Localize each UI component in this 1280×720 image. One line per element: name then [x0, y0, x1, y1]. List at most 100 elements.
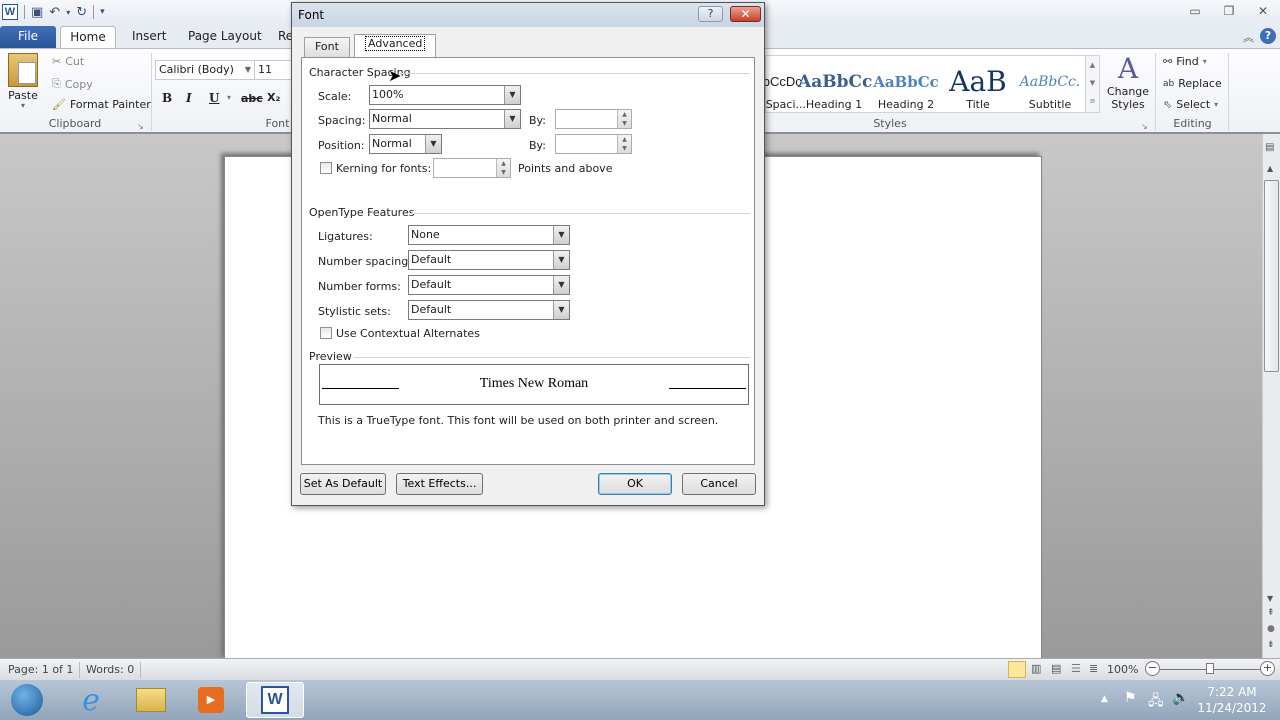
position-value: Normal [372, 137, 412, 150]
text-effects-button[interactable]: Text Effects... [396, 473, 483, 495]
dialog-title: Font [298, 8, 325, 22]
style-title[interactable]: AaB Title [942, 65, 1014, 112]
chevron-down-icon: ▼ [553, 276, 569, 294]
cancel-button[interactable]: Cancel [682, 473, 756, 495]
browse-object-icon[interactable]: ● [1267, 624, 1275, 634]
zoom-level[interactable]: 100% [1107, 663, 1138, 676]
paste-button[interactable]: Paste ▾ [8, 53, 38, 110]
customize-qat-icon[interactable]: ▾ [100, 7, 105, 17]
scroll-thumb[interactable] [1264, 180, 1279, 372]
bold-button[interactable]: B [162, 91, 172, 105]
style-heading-1[interactable]: AaBbCc Heading 1 [798, 68, 872, 111]
word-logo-icon[interactable]: W [2, 4, 18, 20]
volume-icon[interactable]: 🔊 [1172, 690, 1189, 706]
vertical-scrollbar[interactable]: ▤ ▲ ▼ ⇞ ● ⇟ [1262, 134, 1280, 658]
clipboard-launcher-icon[interactable]: ↘ [137, 122, 144, 131]
full-screen-reading-icon[interactable]: ▥ [1031, 662, 1041, 675]
copy-button[interactable]: ⎘ Copy [52, 77, 93, 91]
find-button[interactable]: ⚯ Find ▾ [1163, 55, 1207, 68]
tab-insert[interactable]: Insert [120, 26, 178, 48]
format-painter-label: Format Painter [69, 98, 151, 111]
taskbar-file-explorer[interactable] [126, 682, 176, 718]
underline-dropdown-icon[interactable]: ▾ [227, 93, 231, 102]
number-spacing-dropdown[interactable]: Default ▼ [408, 250, 570, 270]
style-heading-2[interactable]: AaBbCc Heading 2 [870, 68, 942, 111]
close-window-button[interactable]: ✕ [1246, 0, 1280, 24]
previous-page-icon[interactable]: ⇞ [1267, 608, 1275, 618]
zoom-out-button[interactable]: − [1145, 661, 1160, 676]
undo-icon[interactable]: ↶ [49, 5, 60, 20]
next-page-icon[interactable]: ⇟ [1267, 640, 1275, 650]
style-preview: AaB [949, 65, 1007, 98]
dialog-close-button[interactable]: ✕ [730, 6, 761, 22]
outline-view-icon[interactable]: ☰ [1071, 662, 1081, 675]
taskbar-word[interactable]: W [246, 682, 304, 718]
style-name: Title [966, 98, 990, 111]
scroll-down-icon[interactable]: ▼ [1267, 594, 1273, 603]
page-count[interactable]: Page: 1 of 1 [2, 662, 81, 678]
contextual-alternates-checkbox[interactable] [320, 327, 332, 339]
font-size-combo[interactable]: 11 [254, 60, 294, 80]
stylistic-sets-dropdown[interactable]: Default ▼ [408, 300, 570, 320]
web-layout-icon[interactable]: ▤ [1051, 662, 1061, 675]
styles-gallery-scroll[interactable]: ▲ ▼ ≡ [1085, 56, 1099, 112]
save-icon[interactable]: ▣ [31, 5, 43, 20]
zoom-in-button[interactable]: + [1260, 661, 1275, 676]
spin-up-down-icon[interactable]: ▲ ▼ [617, 110, 631, 128]
position-by-input[interactable]: ▲ ▼ [555, 134, 632, 154]
cursor-icon: ⇖ [1163, 98, 1173, 111]
help-icon[interactable]: ? [1260, 28, 1276, 44]
print-layout-view-icon[interactable] [1008, 661, 1026, 678]
tab-file[interactable]: File [0, 26, 56, 48]
cut-button[interactable]: ✂ Cut [52, 55, 84, 68]
minimize-ribbon-icon[interactable]: ︽ [1243, 29, 1254, 45]
spacing-dropdown[interactable]: Normal ▼ [369, 109, 521, 129]
italic-button[interactable]: I [186, 91, 192, 105]
start-button[interactable] [2, 682, 52, 718]
network-icon[interactable]: 🖧 [1148, 690, 1164, 714]
format-painter-button[interactable]: 🖌 Format Painter [52, 98, 151, 111]
spin-up-down-icon[interactable]: ▲ ▼ [617, 135, 631, 153]
zoom-slider-thumb[interactable] [1206, 663, 1214, 674]
number-forms-dropdown[interactable]: Default ▼ [408, 275, 570, 295]
restore-button[interactable]: ❐ [1212, 0, 1246, 24]
show-hidden-icons[interactable]: ▲ [1101, 694, 1108, 704]
scroll-up-icon[interactable]: ▲ [1267, 164, 1273, 173]
strikethrough-button[interactable]: abc [241, 92, 263, 105]
dialog-help-button[interactable]: ? [698, 6, 723, 22]
styles-launcher-icon[interactable]: ↘ [1141, 122, 1148, 131]
select-button[interactable]: ⇖ Select ▾ [1163, 98, 1218, 111]
clock[interactable]: 7:22 AM 11/24/2012 [1196, 684, 1268, 716]
draft-view-icon[interactable]: ≣ [1089, 662, 1098, 675]
tab-home[interactable]: Home [60, 26, 116, 48]
ruler-toggle-icon[interactable]: ▤ [1265, 142, 1274, 153]
tab-font[interactable]: Font [304, 37, 350, 57]
tab-advanced[interactable]: Advanced [354, 34, 437, 58]
kerning-checkbox[interactable] [320, 162, 332, 174]
position-dropdown[interactable]: Normal ▼ [369, 134, 442, 154]
scissors-icon: ✂ [52, 55, 62, 68]
replace-button[interactable]: ab Replace [1163, 77, 1222, 90]
undo-dropdown-icon[interactable]: ▾ [66, 8, 70, 17]
ligatures-dropdown[interactable]: None ▼ [408, 225, 570, 245]
minimize-button[interactable]: ▭ [1178, 0, 1212, 24]
tab-page-layout[interactable]: Page Layout [176, 26, 274, 48]
kerning-points-input[interactable]: ▲ ▼ [433, 158, 511, 178]
subscript-button[interactable]: X₂ [267, 91, 280, 104]
style-subtitle[interactable]: AaBbCc. Subtitle [1014, 68, 1086, 111]
styles-group-label: Styles [873, 117, 907, 130]
spacing-by-input[interactable]: ▲ ▼ [555, 109, 632, 129]
redo-icon[interactable]: ↻ [76, 5, 87, 20]
taskbar-internet-explorer[interactable]: e [66, 682, 116, 718]
underline-button[interactable]: U [209, 91, 219, 105]
font-name-combo[interactable]: Calibri (Body) ▼ [155, 60, 255, 80]
change-styles-button[interactable]: A Change Styles [1106, 53, 1150, 112]
dialog-title-bar[interactable]: Font ? ✕ [292, 3, 764, 27]
ok-button[interactable]: OK [598, 473, 672, 495]
action-center-flag-icon[interactable]: ⚑ [1124, 690, 1137, 706]
set-as-default-button[interactable]: Set As Default [300, 473, 386, 495]
taskbar-media-player[interactable]: ▶ [186, 682, 236, 718]
spin-up-down-icon[interactable]: ▲ ▼ [496, 159, 510, 177]
word-count[interactable]: Words: 0 [80, 662, 142, 678]
scale-dropdown[interactable]: 100% ▼ [369, 85, 521, 105]
